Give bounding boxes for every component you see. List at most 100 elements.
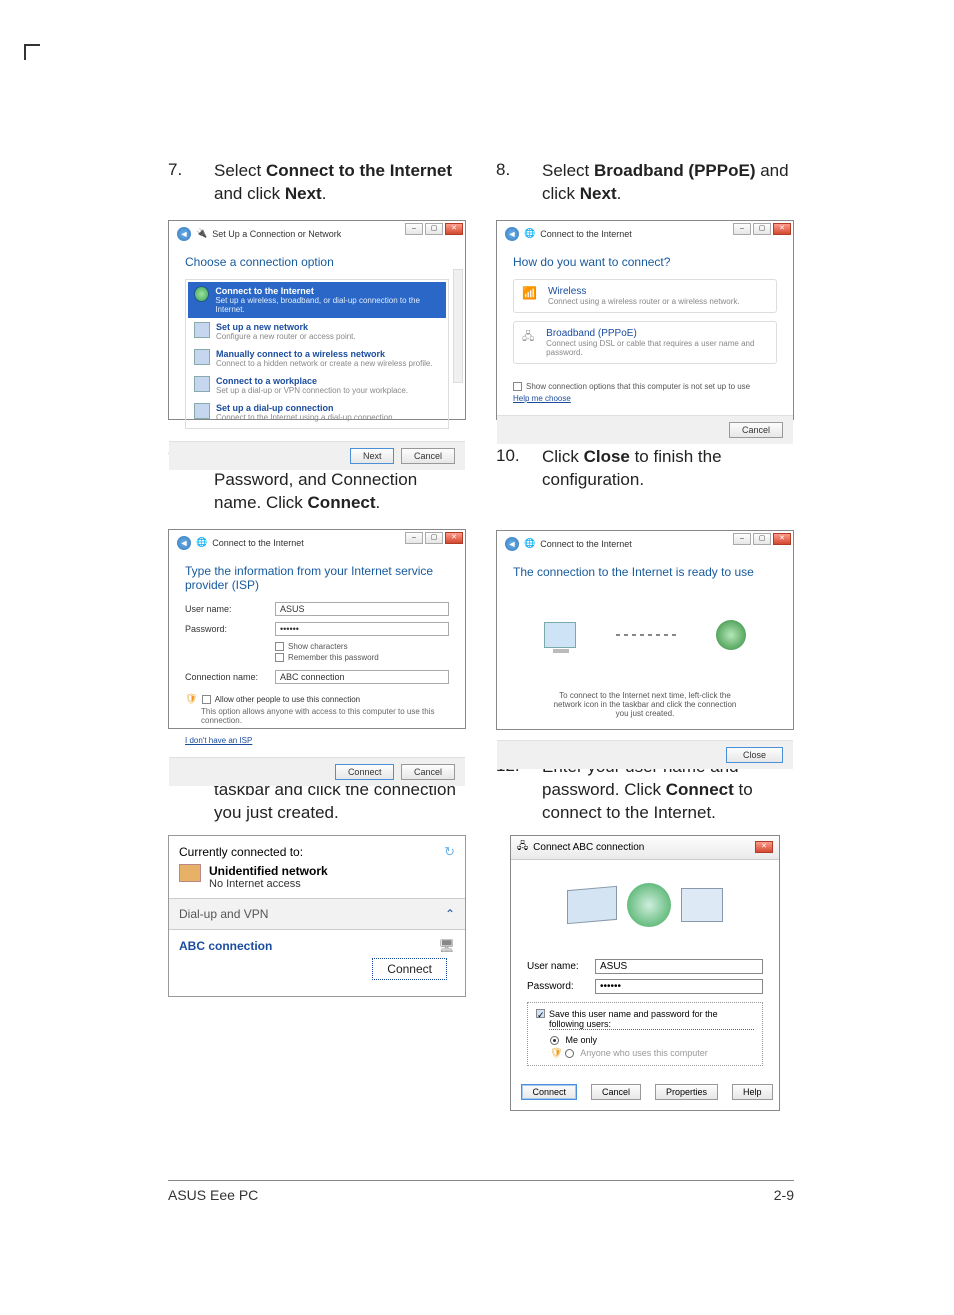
ready-note: To connect to the Internet next time, le…: [513, 691, 777, 728]
chevron-up-icon[interactable]: ⌃: [445, 907, 455, 921]
footer-page-number: 2-9: [774, 1187, 794, 1203]
dialog-title: Connect to the Internet: [212, 538, 304, 548]
globe-icon: [194, 286, 209, 302]
refresh-icon[interactable]: ↻: [444, 844, 455, 860]
maximize-button[interactable]: ▢: [425, 532, 443, 544]
show-characters-checkbox[interactable]: [275, 642, 284, 651]
username-input[interactable]: ASUS: [275, 602, 449, 616]
password-label: Password:: [185, 624, 275, 634]
option-wireless[interactable]: WirelessConnect using a wireless router …: [513, 279, 777, 313]
minimize-button[interactable]: –: [733, 223, 751, 235]
step-8-number: 8.: [496, 160, 542, 206]
shield-icon: 🛡: [185, 694, 198, 705]
minimize-button[interactable]: –: [733, 533, 751, 545]
help-button[interactable]: Help: [732, 1084, 773, 1100]
globe-icon: 🌐: [524, 538, 535, 549]
dialog-isp-info: – ▢ ✕ ◄ 🌐 Connect to the Internet Type t…: [168, 529, 466, 729]
close-button[interactable]: Close: [726, 747, 783, 763]
maximize-button[interactable]: ▢: [425, 223, 443, 235]
password-input[interactable]: ••••••: [275, 622, 449, 636]
step-10-number: 10.: [496, 446, 542, 492]
step-10-text: Click Close to finish the configuration.: [542, 446, 794, 492]
username-label: User name:: [527, 961, 595, 972]
globe-icon: [716, 620, 746, 650]
allow-others-label: Allow other people to use this connectio…: [215, 695, 360, 704]
dialog-heading: Choose a connection option: [185, 255, 449, 269]
option-dialup[interactable]: Set up a dial-up connectionConnect to th…: [188, 399, 446, 426]
save-credentials-label: Save this user name and password for the…: [549, 1009, 754, 1030]
network-flyout: Currently connected to: ↻ Unidentified n…: [168, 835, 466, 997]
allow-others-checkbox[interactable]: [202, 695, 211, 704]
back-icon[interactable]: ◄: [177, 536, 191, 550]
connect-illustration: [511, 860, 779, 950]
monitor-icon: [681, 888, 723, 922]
properties-button[interactable]: Properties: [655, 1084, 718, 1100]
cancel-button[interactable]: Cancel: [401, 448, 455, 464]
connection-name-input[interactable]: ABC connection: [275, 670, 449, 684]
dialog-connect-abc: 🖧 Connect ABC connection ✕ User name: AS…: [510, 835, 780, 1111]
remember-password-checkbox[interactable]: [275, 653, 284, 662]
save-credentials-checkbox[interactable]: ✓: [536, 1009, 545, 1018]
network-icon: 🖧: [517, 839, 528, 856]
abc-connection-item[interactable]: ABC connection: [179, 939, 272, 953]
allow-others-note: This option allows anyone with access to…: [201, 707, 449, 725]
next-button[interactable]: Next: [350, 448, 395, 464]
anyone-radio[interactable]: [565, 1049, 574, 1058]
bench-icon: [179, 864, 201, 882]
connection-line-icon: [616, 634, 676, 636]
username-input[interactable]: ASUS: [595, 959, 763, 974]
close-button[interactable]: ✕: [773, 533, 791, 545]
globe-icon: [627, 883, 671, 927]
close-button[interactable]: ✕: [445, 532, 463, 544]
close-button[interactable]: ✕: [755, 841, 773, 853]
maximize-button[interactable]: ▢: [753, 223, 771, 235]
cancel-button[interactable]: Cancel: [591, 1084, 641, 1100]
option-list: Connect to the InternetSet up a wireless…: [185, 279, 449, 429]
minimize-button[interactable]: –: [405, 223, 423, 235]
connect-button[interactable]: Connect: [521, 1084, 577, 1100]
back-icon[interactable]: ◄: [177, 227, 191, 241]
dialog-heading: The connection to the Internet is ready …: [513, 565, 777, 579]
option-manual-wireless[interactable]: Manually connect to a wireless networkCo…: [188, 345, 446, 372]
footer-left: ASUS Eee PC: [168, 1187, 258, 1203]
help-me-choose-link[interactable]: Help me choose: [513, 394, 571, 403]
option-connect-internet[interactable]: Connect to the InternetSet up a wireless…: [188, 282, 446, 318]
option-workplace[interactable]: Connect to a workplaceSet up a dial-up o…: [188, 372, 446, 399]
back-icon[interactable]: ◄: [505, 227, 519, 241]
shield-icon: 🛡: [550, 1048, 563, 1059]
show-options-checkbox[interactable]: [513, 382, 522, 391]
step-8-text: Select Broadband (PPPoE) and click Next.: [542, 160, 794, 206]
dialog-heading: How do you want to connect?: [513, 255, 777, 269]
step-7-text: Select Connect to the Internet and click…: [214, 160, 466, 206]
workplace-icon: [194, 376, 210, 392]
crop-mark: [24, 44, 40, 60]
scrollbar[interactable]: [453, 269, 463, 383]
username-label: User name:: [185, 604, 275, 614]
me-only-radio[interactable]: [550, 1036, 559, 1045]
option-broadband-pppoe[interactable]: Broadband (PPPoE)Connect using DSL or ca…: [513, 321, 777, 364]
page-footer: ASUS Eee PC 2-9: [168, 1180, 794, 1203]
connect-button[interactable]: Connect: [372, 958, 447, 980]
back-icon[interactable]: ◄: [505, 537, 519, 551]
maximize-button[interactable]: ▢: [753, 533, 771, 545]
ready-illustration: [513, 595, 777, 675]
laptop-icon: [567, 885, 617, 923]
dialog-ready: – ▢ ✕ ◄ 🌐 Connect to the Internet The co…: [496, 530, 794, 730]
currently-connected-label: Currently connected to:: [179, 845, 303, 859]
password-input[interactable]: ••••••: [595, 979, 763, 994]
close-button[interactable]: ✕: [445, 223, 463, 235]
unidentified-network-label: Unidentified network: [209, 864, 328, 878]
no-isp-link[interactable]: I don't have an ISP: [185, 736, 252, 745]
option-new-network[interactable]: Set up a new networkConfigure a new rout…: [188, 318, 446, 345]
close-button[interactable]: ✕: [773, 223, 791, 235]
dsl-icon: [522, 328, 538, 342]
dialup-icon: [194, 403, 210, 419]
minimize-button[interactable]: –: [405, 532, 423, 544]
pc-icon: [544, 622, 576, 648]
connect-button[interactable]: Connect: [335, 764, 395, 780]
dialog-title: Set Up a Connection or Network: [212, 229, 341, 239]
cancel-button[interactable]: Cancel: [401, 764, 455, 780]
globe-icon: 🌐: [524, 228, 535, 239]
cancel-button[interactable]: Cancel: [729, 422, 783, 438]
router-icon: [194, 322, 210, 338]
